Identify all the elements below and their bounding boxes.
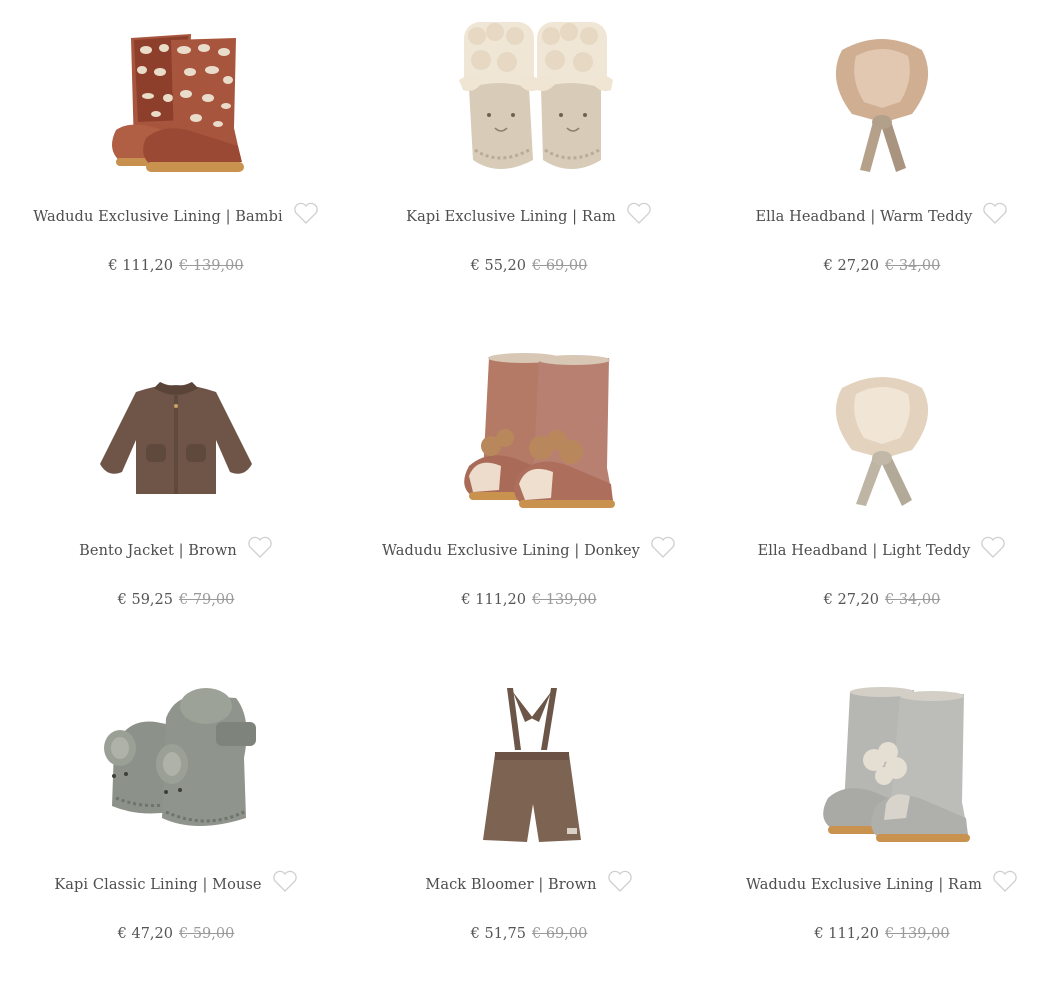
product-card[interactable]: Wadudu Exclusive Lining | Donkey € 111,2… [353, 334, 705, 668]
original-price: € 34,00 [885, 592, 941, 608]
wishlist-heart-icon[interactable] [982, 201, 1008, 225]
wishlist-heart-icon[interactable] [626, 201, 652, 225]
original-price: € 139,00 [532, 592, 597, 608]
sale-price: € 47,20 [117, 926, 173, 942]
wishlist-heart-icon[interactable] [980, 535, 1006, 559]
wishlist-heart-icon[interactable] [272, 869, 298, 893]
sale-price: € 27,20 [823, 592, 879, 608]
product-card[interactable]: Kapi Exclusive Lining | Ram € 55,20 € 69… [353, 0, 705, 334]
product-grid: Wadudu Exclusive Lining | Bambi € 111,20… [0, 0, 1058, 978]
wishlist-heart-icon[interactable] [293, 201, 319, 225]
product-title[interactable]: Wadudu Exclusive Lining | Donkey [382, 543, 640, 559]
sale-price: € 111,20 [461, 592, 526, 608]
sale-price: € 27,20 [823, 258, 879, 274]
product-image-booties-mouse[interactable] [76, 678, 276, 850]
sale-price: € 111,20 [814, 926, 879, 942]
product-card[interactable]: Ella Headband | Light Teddy € 27,20 € 34… [706, 334, 1058, 668]
product-image-boots-donkey[interactable] [429, 344, 629, 516]
original-price: € 79,00 [179, 592, 235, 608]
product-title[interactable]: Wadudu Exclusive Lining | Ram [746, 877, 982, 893]
product-image-boots-ram-grey[interactable] [782, 678, 982, 850]
product-title[interactable]: Ella Headband | Light Teddy [758, 543, 971, 559]
product-card[interactable]: Kapi Classic Lining | Mouse € 47,20 € 59… [0, 668, 352, 1002]
product-image-boots-leopard[interactable] [76, 10, 276, 182]
product-title[interactable]: Kapi Classic Lining | Mouse [54, 877, 261, 893]
original-price: € 69,00 [532, 258, 588, 274]
product-card[interactable]: Wadudu Exclusive Lining | Bambi € 111,20… [0, 0, 352, 334]
sale-price: € 59,25 [117, 592, 173, 608]
product-image-fur-collar-light[interactable] [782, 344, 982, 516]
product-image-teddy-jacket[interactable] [76, 344, 276, 516]
product-image-fur-collar-warm[interactable] [782, 10, 982, 182]
product-title[interactable]: Ella Headband | Warm Teddy [756, 209, 973, 225]
product-title[interactable]: Bento Jacket | Brown [79, 543, 237, 559]
original-price: € 69,00 [532, 926, 588, 942]
product-title[interactable]: Mack Bloomer | Brown [425, 877, 596, 893]
product-image-bloomer-shorts[interactable] [429, 678, 629, 850]
wishlist-heart-icon[interactable] [992, 869, 1018, 893]
product-card[interactable]: Ella Headband | Warm Teddy € 27,20 € 34,… [706, 0, 1058, 334]
product-title[interactable]: Wadudu Exclusive Lining | Bambi [33, 209, 283, 225]
product-title[interactable]: Kapi Exclusive Lining | Ram [406, 209, 616, 225]
sale-price: € 55,20 [470, 258, 526, 274]
sale-price: € 111,20 [108, 258, 173, 274]
product-card[interactable]: Wadudu Exclusive Lining | Ram € 111,20 €… [706, 668, 1058, 1002]
original-price: € 139,00 [179, 258, 244, 274]
wishlist-heart-icon[interactable] [607, 869, 633, 893]
product-image-booties-ram[interactable] [429, 10, 629, 182]
product-card[interactable]: Bento Jacket | Brown € 59,25 € 79,00 [0, 334, 352, 668]
sale-price: € 51,75 [470, 926, 526, 942]
original-price: € 59,00 [179, 926, 235, 942]
product-card[interactable]: Mack Bloomer | Brown € 51,75 € 69,00 [353, 668, 705, 1002]
wishlist-heart-icon[interactable] [650, 535, 676, 559]
original-price: € 34,00 [885, 258, 941, 274]
original-price: € 139,00 [885, 926, 950, 942]
wishlist-heart-icon[interactable] [247, 535, 273, 559]
